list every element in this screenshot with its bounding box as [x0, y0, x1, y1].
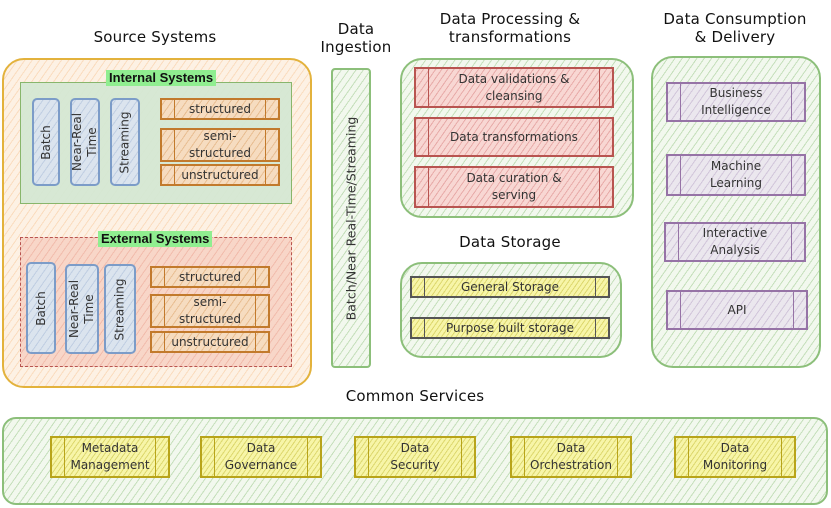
internal-mode-near-real-time: Near-Real Time — [70, 98, 100, 186]
internal-type-unstructured-label: unstructured — [181, 167, 259, 182]
service-data-orchestration: Data Orchestration — [510, 436, 632, 478]
data-ingestion-heading-line1: Data — [337, 20, 375, 38]
external-mode-batch: Batch — [26, 262, 56, 354]
external-type-unstructured: unstructured — [150, 331, 270, 353]
service-data-security: Data Security — [354, 436, 476, 478]
external-mode-near-real-time-line1: Near-Real — [67, 279, 82, 339]
data-processing-heading-line1: Data Processing & — [439, 10, 581, 28]
external-mode-near-real-time: Near-Real Time — [65, 264, 99, 354]
data-consumption-heading-line2: & Delivery — [694, 28, 776, 46]
processing-step-curation-line2: serving — [491, 188, 537, 202]
processing-step-validations-line1: Data validations & — [458, 71, 570, 86]
processing-step-transformations-label: Data transformations — [450, 129, 578, 144]
service-data-governance-label: Data Governance — [211, 440, 311, 474]
service-data-security-label: Data Security — [376, 440, 453, 474]
internal-mode-batch-label: Batch — [38, 124, 53, 160]
internal-mode-streaming-label: Streaming — [117, 111, 132, 173]
consumption-item-interactive-analysis-line2: Analysis — [710, 243, 760, 257]
service-data-monitoring-label: Data Monitoring — [689, 440, 781, 474]
consumption-item-bi-line2: Intelligence — [701, 103, 771, 117]
consumption-item-ml-label: Machine Learning — [696, 158, 776, 192]
external-type-semi-structured-line1: semi- — [193, 295, 227, 309]
internal-type-semi-structured: semi- structured — [160, 128, 280, 162]
storage-item-general-label: General Storage — [460, 279, 560, 294]
consumption-item-bi: Business Intelligence — [666, 82, 806, 122]
external-mode-streaming-label: Streaming — [112, 278, 127, 340]
data-consumption-heading: Data Consumption & Delivery — [640, 10, 830, 46]
internal-mode-batch: Batch — [32, 98, 60, 186]
service-data-orchestration-label: Data Orchestration — [516, 440, 626, 474]
consumption-item-bi-line1: Business — [709, 86, 763, 100]
data-storage-heading: Data Storage — [459, 233, 561, 251]
internal-type-semi-structured-line1: semi- — [203, 129, 237, 143]
processing-step-curation-label: Data curation & serving — [452, 170, 575, 204]
external-type-semi-structured-label: semi- structured — [165, 294, 255, 328]
internal-mode-near-real-time-line2: Time — [85, 127, 100, 157]
service-data-governance-line2: Governance — [224, 458, 298, 472]
service-data-governance-line1: Data — [246, 441, 276, 455]
consumption-item-interactive-analysis-line1: Interactive — [702, 226, 768, 240]
data-processing-heading: Data Processing & transformations — [410, 10, 610, 46]
data-processing-heading-line2: transformations — [448, 28, 572, 46]
internal-systems-title: Internal Systems — [106, 70, 217, 86]
storage-item-purpose-built-label: Purpose built storage — [446, 320, 574, 335]
consumption-item-ml-line2: Learning — [709, 176, 763, 190]
external-mode-batch-label: Batch — [33, 290, 48, 326]
service-data-monitoring-line1: Data — [720, 441, 750, 455]
consumption-item-bi-label: Business Intelligence — [687, 85, 785, 119]
internal-type-structured-label: structured — [188, 101, 252, 116]
service-metadata-management-label: Metadata Management — [56, 440, 163, 474]
data-ingestion-heading: Data Ingestion — [316, 20, 396, 56]
processing-step-curation: Data curation & serving — [414, 166, 614, 208]
service-data-monitoring-line2: Monitoring — [702, 458, 768, 472]
data-ingestion-heading-line2: Ingestion — [320, 38, 392, 56]
data-consumption-heading-line1: Data Consumption — [663, 10, 807, 28]
consumption-item-ml: Machine Learning — [666, 154, 806, 196]
external-type-structured-label: structured — [178, 269, 242, 284]
source-systems-heading: Source Systems — [93, 28, 217, 46]
internal-type-structured: structured — [160, 98, 280, 120]
storage-item-purpose-built: Purpose built storage — [410, 317, 610, 339]
processing-step-curation-line1: Data curation & — [466, 171, 562, 185]
internal-mode-streaming: Streaming — [110, 98, 140, 186]
service-data-orchestration-line2: Orchestration — [530, 458, 612, 472]
service-data-security-line1: Data — [400, 441, 430, 455]
external-type-structured: structured — [150, 266, 270, 288]
external-mode-near-real-time-line2: Time — [82, 294, 97, 324]
processing-step-validations: Data validations & cleansing — [414, 67, 614, 108]
external-mode-streaming: Streaming — [104, 264, 136, 354]
internal-mode-near-real-time-line1: Near-Real — [70, 112, 85, 172]
external-type-unstructured-label: unstructured — [171, 334, 249, 349]
processing-step-validations-line2: cleansing — [485, 88, 543, 103]
consumption-item-api-label: API — [727, 302, 747, 317]
service-metadata-management-line1: Metadata — [81, 441, 139, 455]
internal-type-semi-structured-line2: structured — [188, 146, 252, 160]
service-metadata-management-line2: Management — [70, 458, 150, 472]
consumption-item-ml-line1: Machine — [710, 159, 762, 173]
external-mode-near-real-time-label: Near-Real Time — [67, 280, 97, 338]
internal-mode-near-real-time-label: Near-Real Time — [70, 113, 100, 171]
service-metadata-management: Metadata Management — [50, 436, 170, 478]
external-type-semi-structured-line2: structured — [178, 312, 242, 326]
internal-type-unstructured: unstructured — [160, 164, 280, 186]
internal-type-semi-structured-label: semi- structured — [175, 128, 265, 162]
service-data-orchestration-line1: Data — [556, 441, 586, 455]
consumption-item-api: API — [666, 290, 808, 330]
consumption-item-interactive-analysis-label: Interactive Analysis — [689, 225, 782, 259]
common-services-heading: Common Services — [345, 387, 485, 405]
service-data-security-line2: Security — [390, 458, 440, 472]
ingestion-bar-label: Batch/Near Real-Time/Streaming — [343, 116, 359, 320]
processing-step-transformations: Data transformations — [414, 117, 614, 157]
ingestion-bar: Batch/Near Real-Time/Streaming — [331, 68, 371, 368]
external-type-semi-structured: semi- structured — [150, 294, 270, 328]
processing-step-validations-label: Data validations & cleansing — [445, 71, 584, 105]
external-systems-title: External Systems — [98, 231, 213, 247]
consumption-item-interactive-analysis: Interactive Analysis — [664, 222, 806, 262]
service-data-governance: Data Governance — [200, 436, 322, 478]
storage-item-general: General Storage — [410, 276, 610, 298]
service-data-monitoring: Data Monitoring — [674, 436, 796, 478]
